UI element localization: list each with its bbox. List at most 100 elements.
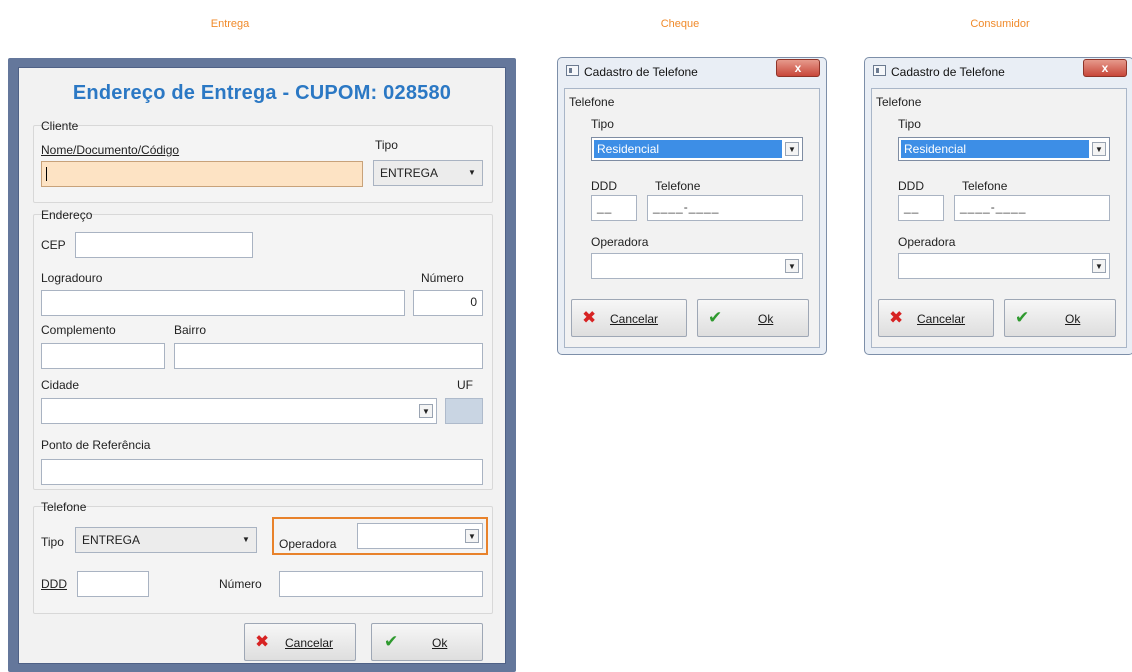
numero-label: Número [421, 271, 464, 285]
uf-label: UF [457, 378, 473, 392]
cancel-button[interactable]: ✖ Cancelar [571, 299, 687, 337]
referencia-input[interactable] [41, 459, 483, 485]
operadora-label: Operadora [898, 235, 956, 249]
uf-field [445, 398, 483, 424]
cliente-group-label: Cliente [41, 119, 79, 133]
check-icon: ✔ [384, 632, 399, 651]
logradouro-input[interactable] [41, 290, 405, 316]
cidade-label: Cidade [41, 378, 80, 392]
nome-label: Nome/Documento/Código [41, 143, 180, 157]
tipo-select[interactable]: Residencial ▼ [898, 137, 1110, 161]
ok-label: Ok [1065, 312, 1081, 326]
cancel-label: Cancelar [285, 636, 334, 650]
entrega-form: Endereço de Entrega - CUPOM: 028580 Clie… [18, 67, 506, 664]
chevron-down-icon: ▼ [785, 259, 799, 273]
dialog-title: Cadastro de Telefone [891, 65, 1005, 79]
telefone-group-label: Telefone [569, 95, 615, 109]
telefone-tipo-value: ENTREGA [82, 533, 141, 547]
telefone-group-label: Telefone [41, 500, 87, 514]
page-title: Endereço de Entrega - CUPOM: 028580 [72, 82, 452, 104]
cidade-select[interactable]: ▼ [41, 398, 437, 424]
telefone-numero-input[interactable] [279, 571, 483, 597]
telefone-mask: ____-____ [653, 200, 720, 214]
ddd-input[interactable]: __ [591, 195, 637, 221]
entrega-window: Endereço de Entrega - CUPOM: 028580 Clie… [8, 58, 516, 672]
chevron-down-icon: ▼ [465, 529, 479, 543]
ok-button[interactable]: ✔ Ok [1004, 299, 1116, 337]
close-button[interactable]: x [776, 59, 820, 77]
telefone-input[interactable]: ____-____ [647, 195, 803, 221]
ddd-label: DDD [898, 179, 924, 193]
complemento-input[interactable] [41, 343, 165, 369]
ddd-input[interactable] [77, 571, 149, 597]
telefone-label: Telefone [655, 179, 701, 193]
close-icon: ✖ [582, 308, 597, 327]
dialog-title: Cadastro de Telefone [584, 65, 698, 79]
text-caret [46, 167, 47, 181]
telefone-input[interactable]: ____-____ [954, 195, 1110, 221]
cancel-button[interactable]: ✖ Cancelar [244, 623, 356, 661]
cep-label: CEP [41, 238, 66, 252]
caption-entrega: Entrega [210, 18, 250, 30]
telefone-tipo-label: Tipo [41, 535, 64, 549]
ddd-mask: __ [904, 200, 920, 214]
app-icon [873, 65, 886, 76]
close-icon: ✖ [889, 308, 904, 327]
cliente-tipo-select[interactable]: ENTREGA ▼ [373, 160, 483, 186]
dialog-body: Telefone Tipo Residencial ▼ DDD __ Telef… [564, 88, 820, 348]
cheque-dialog: Cadastro de Telefone x Telefone Tipo Res… [557, 57, 827, 355]
tipo-selected-value: Residencial [901, 140, 1089, 158]
ok-button[interactable]: ✔ Ok [697, 299, 809, 337]
dialog-body: Telefone Tipo Residencial ▼ DDD __ Telef… [871, 88, 1127, 348]
caption-cheque: Cheque [660, 18, 700, 30]
chevron-down-icon: ▼ [1092, 142, 1106, 156]
close-icon: ✖ [255, 632, 270, 651]
operadora-select[interactable]: ▼ [591, 253, 803, 279]
telefone-label: Telefone [962, 179, 1008, 193]
endereco-group-label: Endereço [41, 208, 93, 222]
numero-input[interactable]: 0 [413, 290, 483, 316]
check-icon: ✔ [1015, 308, 1030, 327]
bairro-input[interactable] [174, 343, 483, 369]
cancel-label: Cancelar [610, 312, 659, 326]
referencia-label: Ponto de Referência [41, 438, 151, 452]
operadora-label: Operadora [279, 537, 337, 551]
chevron-down-icon: ▼ [419, 404, 433, 418]
logradouro-label: Logradouro [41, 271, 103, 285]
bairro-label: Bairro [174, 323, 207, 337]
tipo-label: Tipo [591, 117, 614, 131]
chevron-down-icon: ▼ [785, 142, 799, 156]
telefone-numero-label: Número [219, 577, 262, 591]
ddd-label: DDD [41, 577, 67, 591]
cliente-tipo-label: Tipo [375, 138, 398, 152]
ddd-input[interactable]: __ [898, 195, 944, 221]
complemento-label: Complemento [41, 323, 116, 337]
close-button[interactable]: x [1083, 59, 1127, 77]
chevron-down-icon: ▼ [242, 535, 250, 544]
check-icon: ✔ [708, 308, 723, 327]
operadora-select[interactable]: ▼ [898, 253, 1110, 279]
ddd-mask: __ [597, 200, 613, 214]
tipo-selected-value: Residencial [594, 140, 782, 158]
caption-consumidor: Consumidor [970, 18, 1030, 30]
ok-label: Ok [758, 312, 774, 326]
cliente-tipo-value: ENTREGA [380, 166, 439, 180]
telefone-group-label: Telefone [876, 95, 922, 109]
chevron-down-icon: ▼ [468, 168, 476, 177]
telefone-mask: ____-____ [960, 200, 1027, 214]
ok-button[interactable]: ✔ Ok [371, 623, 483, 661]
cancel-button[interactable]: ✖ Cancelar [878, 299, 994, 337]
tipo-label: Tipo [898, 117, 921, 131]
app-icon [566, 65, 579, 76]
tipo-select[interactable]: Residencial ▼ [591, 137, 803, 161]
ddd-label: DDD [591, 179, 617, 193]
consumidor-dialog: Cadastro de Telefone x Telefone Tipo Res… [864, 57, 1132, 355]
cancel-label: Cancelar [917, 312, 966, 326]
nome-documento-input[interactable] [41, 161, 363, 187]
ok-label: Ok [432, 636, 448, 650]
operadora-label: Operadora [591, 235, 649, 249]
operadora-select[interactable]: ▼ [357, 523, 483, 549]
telefone-tipo-select[interactable]: ENTREGA ▼ [75, 527, 257, 553]
chevron-down-icon: ▼ [1092, 259, 1106, 273]
cep-input[interactable] [75, 232, 253, 258]
